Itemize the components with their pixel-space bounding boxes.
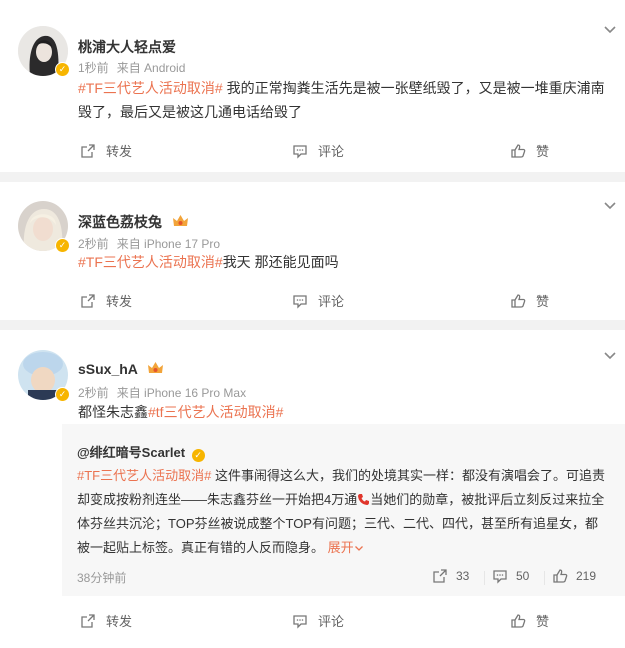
repost-icon (433, 569, 447, 583)
post-source: 来自 iPhone 17 Pro (116, 237, 221, 251)
like-button[interactable]: 赞 (510, 291, 549, 310)
comment-icon (293, 294, 307, 309)
post-text-line1: 我的正常掏粪生活先是被一张壁纸毁了，又是被一堆重庆浦南 (222, 80, 605, 96)
crown-badge-icon (172, 215, 188, 226)
chevron-down-icon[interactable] (603, 22, 617, 36)
post-card: ✓ 桃浦大人轻点爱 1秒前 来自 Android #TF三代艺人活动取消# 我的正… (0, 0, 625, 172)
thumbs-up-icon (511, 613, 526, 628)
post-time[interactable]: 2秒前 (78, 237, 109, 251)
quoted-comment-button[interactable]: 50 (492, 568, 529, 584)
post-text: 都怪朱志鑫#tf三代艺人活动取消# (78, 400, 283, 424)
comment-label: 评论 (318, 294, 345, 309)
post-source: 来自 iPhone 16 Pro Max (116, 386, 247, 400)
chevron-down-icon[interactable] (603, 348, 617, 362)
chevron-down-icon (354, 546, 363, 551)
quoted-repost-button[interactable]: 33 (432, 568, 469, 584)
user-name-text: sSux_hA (78, 361, 138, 377)
quoted-comment-count: 50 (516, 569, 530, 583)
quoted-user-name: @绯红暗号Scarlet (77, 445, 186, 460)
quoted-text: #TF三代艺人活动取消# 这件事闹得这么大，我们的处境其实一样：都没有演唱会了。… (77, 464, 609, 560)
divider (544, 571, 545, 585)
repost-button[interactable]: 转发 (80, 291, 132, 310)
repost-icon (81, 293, 95, 308)
user-name-text: 深蓝色荔枝兔 (78, 214, 162, 230)
repost-label: 转发 (106, 294, 133, 309)
post-text-line2: 毁了，最后又是被这几通电话给毁了 (78, 104, 302, 120)
post-card: ✓ 深蓝色荔枝兔 2秒前 来自 iPhone 17 Pro #TF三代艺人活动取消… (0, 182, 625, 320)
quoted-post[interactable]: @绯红暗号Scarlet ✓ #TF三代艺人活动取消# 这件事闹得这么大，我们的… (62, 424, 625, 596)
repost-icon (81, 613, 95, 628)
repost-icon (81, 143, 95, 158)
phone-icon (358, 494, 370, 505)
comment-button[interactable]: 评论 (292, 141, 344, 160)
quoted-user[interactable]: @绯红暗号Scarlet ✓ (77, 442, 205, 462)
topic-link[interactable]: #tf三代艺人活动取消# (148, 404, 283, 420)
verified-badge-icon: ✓ (55, 62, 70, 77)
repost-label: 转发 (106, 144, 133, 159)
expand-label: 展开 (327, 540, 354, 555)
quoted-topic-link[interactable]: #TF三代艺人活动取消# (77, 468, 211, 483)
expand-link[interactable]: 展开 (328, 540, 364, 555)
post-text-prefix: 都怪朱志鑫 (78, 404, 148, 420)
like-label: 赞 (536, 144, 550, 159)
gold-verified-icon: ✓ (191, 449, 205, 462)
post-text-body: 我天 那还能见面吗 (222, 254, 339, 270)
crown-badge-icon (148, 362, 164, 373)
verified-badge-icon: ✓ (55, 387, 70, 402)
thumbs-up-icon (553, 569, 568, 583)
comment-label: 评论 (318, 144, 345, 159)
repost-button[interactable]: 转发 (80, 141, 132, 160)
post-time[interactable]: 1秒前 (78, 61, 109, 75)
quoted-like-button[interactable]: 219 (552, 568, 596, 584)
like-button[interactable]: 赞 (510, 611, 549, 630)
user-name[interactable]: 深蓝色荔枝兔 (78, 212, 189, 232)
topic-link[interactable]: #TF三代艺人活动取消# (78, 254, 223, 270)
comment-icon (493, 570, 507, 584)
post-text: #TF三代艺人活动取消# 我的正常掏粪生活先是被一张壁纸毁了，又是被一堆重庆浦南… (78, 76, 608, 124)
post-time[interactable]: 2秒前 (78, 386, 109, 400)
like-label: 赞 (536, 614, 550, 629)
post-source: 来自 Android (116, 61, 186, 75)
post-card: ✓ sSux_hA 2秒前 来自 iPhone 16 Pro Max 都怪朱志鑫#… (0, 330, 625, 648)
post-meta: 2秒前 来自 iPhone 16 Pro Max (78, 384, 254, 401)
like-button[interactable]: 赞 (510, 141, 549, 160)
thumbs-up-icon (511, 143, 526, 158)
quoted-like-count: 219 (576, 569, 597, 583)
user-name[interactable]: sSux_hA (78, 361, 164, 377)
comment-icon (293, 144, 307, 159)
post-text: #TF三代艺人活动取消#我天 那还能见面吗 (78, 250, 339, 274)
quoted-time[interactable]: 38分钟前 (77, 569, 126, 586)
comment-button[interactable]: 评论 (292, 291, 344, 310)
quoted-repost-count: 33 (456, 569, 470, 583)
comment-icon (293, 614, 307, 629)
chevron-down-icon[interactable] (603, 198, 617, 212)
verified-badge-icon: ✓ (55, 238, 70, 253)
divider (484, 571, 485, 585)
repost-button[interactable]: 转发 (80, 611, 132, 630)
user-name[interactable]: 桃浦大人轻点爱 (78, 37, 176, 57)
like-label: 赞 (536, 294, 550, 309)
post-meta: 1秒前 来自 Android (78, 59, 193, 76)
thumbs-up-icon (511, 293, 526, 308)
repost-label: 转发 (106, 614, 133, 629)
topic-link[interactable]: #TF三代艺人活动取消# (78, 80, 223, 96)
comment-label: 评论 (318, 614, 345, 629)
comment-button[interactable]: 评论 (292, 611, 344, 630)
